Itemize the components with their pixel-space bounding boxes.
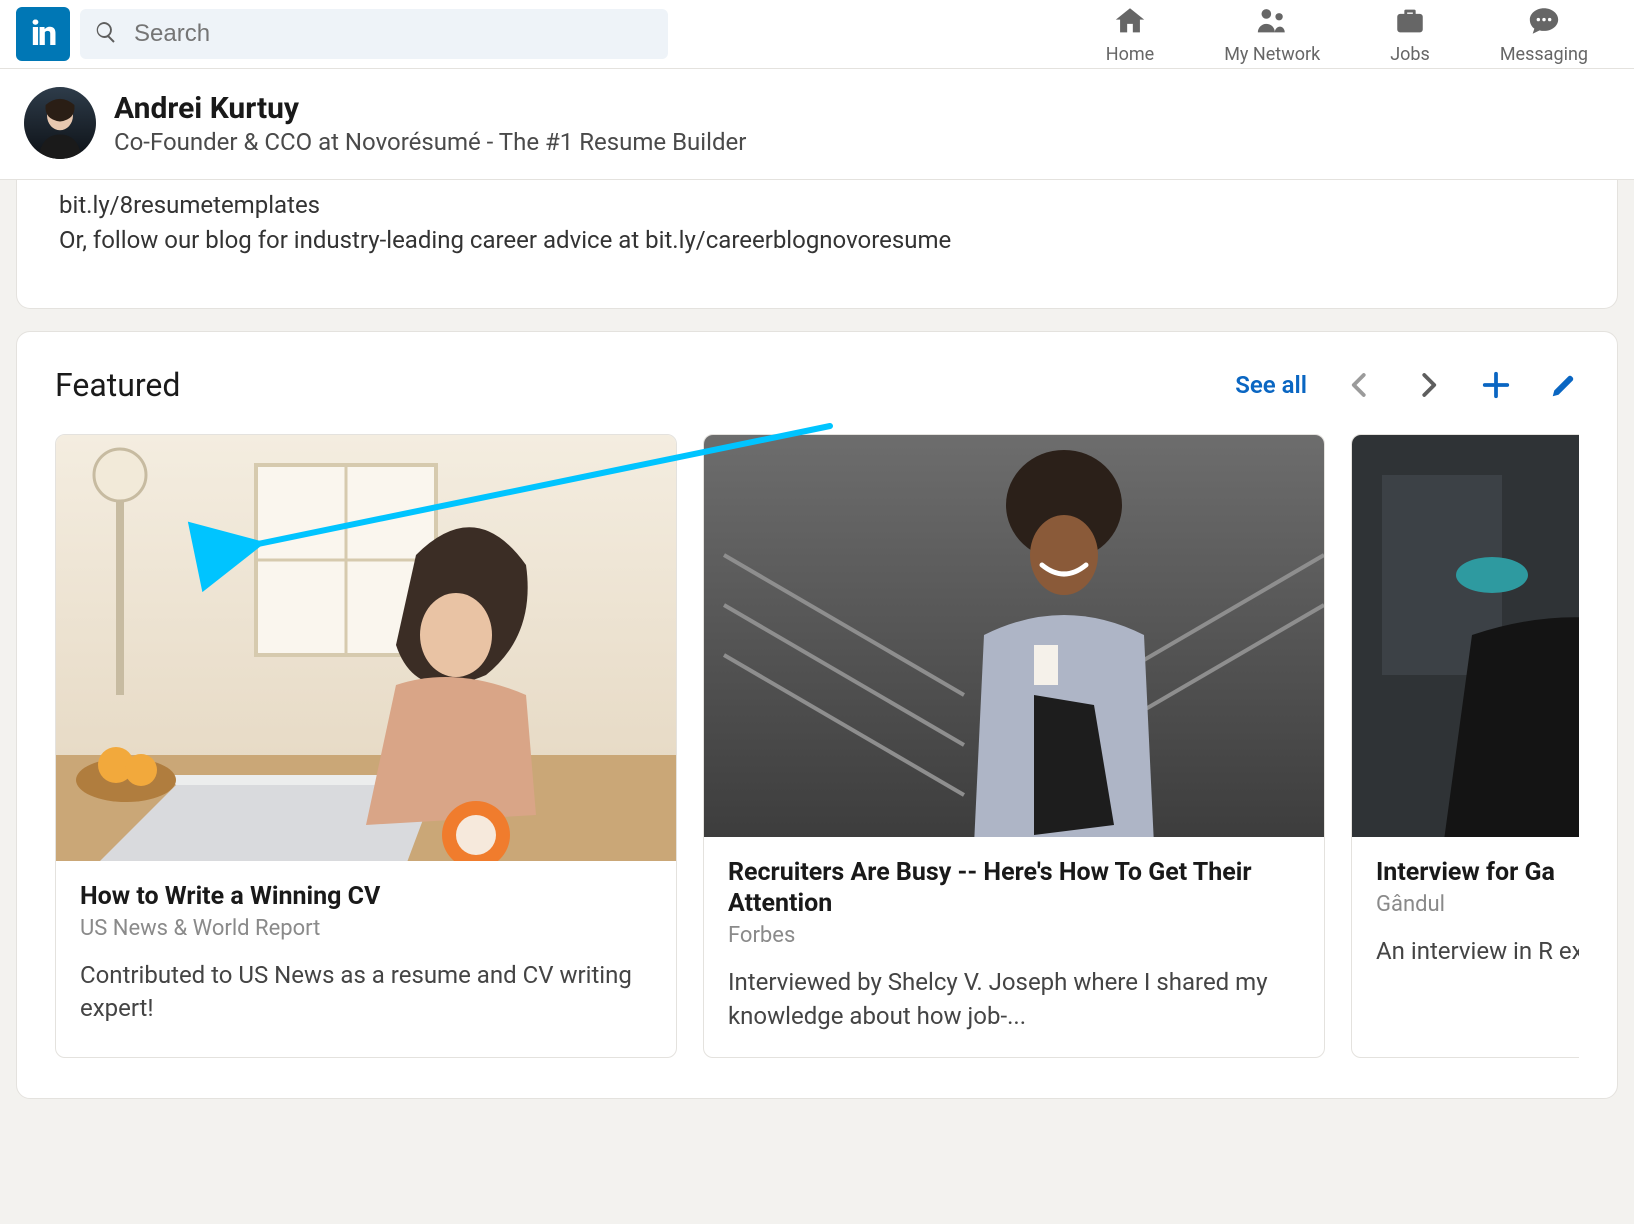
chevron-right-icon	[1413, 370, 1443, 400]
nav-messaging[interactable]: Messaging	[1500, 4, 1588, 65]
top-nav: in Home My Network Jobs Messaging	[0, 0, 1634, 69]
edit-featured-button[interactable]	[1549, 370, 1579, 400]
avatar[interactable]	[24, 87, 96, 159]
linkedin-logo-text: in	[31, 14, 55, 54]
nav-jobs[interactable]: Jobs	[1390, 4, 1430, 65]
profile-header: Andrei Kurtuy Co-Founder & CCO at Novoré…	[0, 69, 1634, 180]
search-bar[interactable]	[80, 9, 668, 59]
featured-image	[1352, 435, 1579, 837]
featured-image	[56, 435, 676, 861]
home-icon	[1113, 4, 1147, 42]
featured-card-item[interactable]: How to Write a Winning CV US News & Worl…	[55, 434, 677, 1059]
profile-headline: Co-Founder & CCO at Novorésumé - The #1 …	[114, 128, 746, 156]
add-featured-button[interactable]	[1481, 370, 1511, 400]
featured-item-source: Gândul	[1376, 892, 1579, 917]
briefcase-icon	[1393, 4, 1427, 42]
see-all-link[interactable]: See all	[1235, 371, 1307, 399]
plus-icon	[1481, 370, 1511, 400]
prev-button[interactable]	[1345, 370, 1375, 400]
pencil-icon	[1549, 370, 1579, 400]
featured-item-description: Interviewed by Shelcy V. Joseph where I …	[728, 966, 1300, 1033]
about-card: bit.ly/8resumetemplates Or, follow our b…	[16, 180, 1618, 309]
featured-actions: See all	[1235, 370, 1579, 400]
featured-image	[704, 435, 1324, 837]
featured-item-source: Forbes	[728, 923, 1300, 948]
featured-item-title: How to Write a Winning CV	[80, 881, 652, 912]
chat-icon	[1527, 4, 1561, 42]
nav-label: Home	[1106, 44, 1154, 65]
featured-carousel: How to Write a Winning CV US News & Worl…	[55, 434, 1579, 1059]
linkedin-logo[interactable]: in	[16, 7, 70, 61]
about-text: bit.ly/8resumetemplates Or, follow our b…	[59, 188, 1575, 258]
nav-label: Messaging	[1500, 44, 1588, 65]
chevron-left-icon	[1345, 370, 1375, 400]
nav-label: My Network	[1224, 44, 1320, 65]
search-icon	[94, 20, 118, 48]
nav-links: Home My Network Jobs Messaging	[1106, 4, 1618, 65]
nav-my-network[interactable]: My Network	[1224, 4, 1320, 65]
next-button[interactable]	[1413, 370, 1443, 400]
featured-card-item[interactable]: Recruiters Are Busy -- Here's How To Get…	[703, 434, 1325, 1059]
profile-name: Andrei Kurtuy	[114, 91, 746, 126]
featured-card-item[interactable]: Interview for Ga Gândul An interview in …	[1351, 434, 1579, 1059]
featured-item-description: An interview in R experience of stu	[1376, 935, 1579, 969]
featured-item-source: US News & World Report	[80, 916, 652, 941]
featured-header: Featured See all	[55, 366, 1579, 404]
featured-item-description: Contributed to US News as a resume and C…	[80, 959, 652, 1026]
about-line-2: Or, follow our blog for industry-leading…	[59, 226, 951, 254]
featured-item-title: Interview for Ga	[1376, 857, 1579, 888]
nav-label: Jobs	[1390, 44, 1430, 65]
featured-item-title: Recruiters Are Busy -- Here's How To Get…	[728, 857, 1300, 920]
people-icon	[1255, 4, 1289, 42]
about-link-1[interactable]: bit.ly/8resumetemplates	[59, 191, 320, 219]
featured-body: How to Write a Winning CV US News & Worl…	[56, 861, 676, 1050]
featured-body: Recruiters Are Busy -- Here's How To Get…	[704, 837, 1324, 1058]
profile-text: Andrei Kurtuy Co-Founder & CCO at Novoré…	[114, 91, 746, 156]
featured-title: Featured	[55, 366, 180, 404]
search-input[interactable]	[132, 19, 654, 49]
featured-body: Interview for Ga Gândul An interview in …	[1352, 837, 1579, 993]
nav-home[interactable]: Home	[1106, 4, 1154, 65]
featured-section: Featured See all	[16, 331, 1618, 1100]
